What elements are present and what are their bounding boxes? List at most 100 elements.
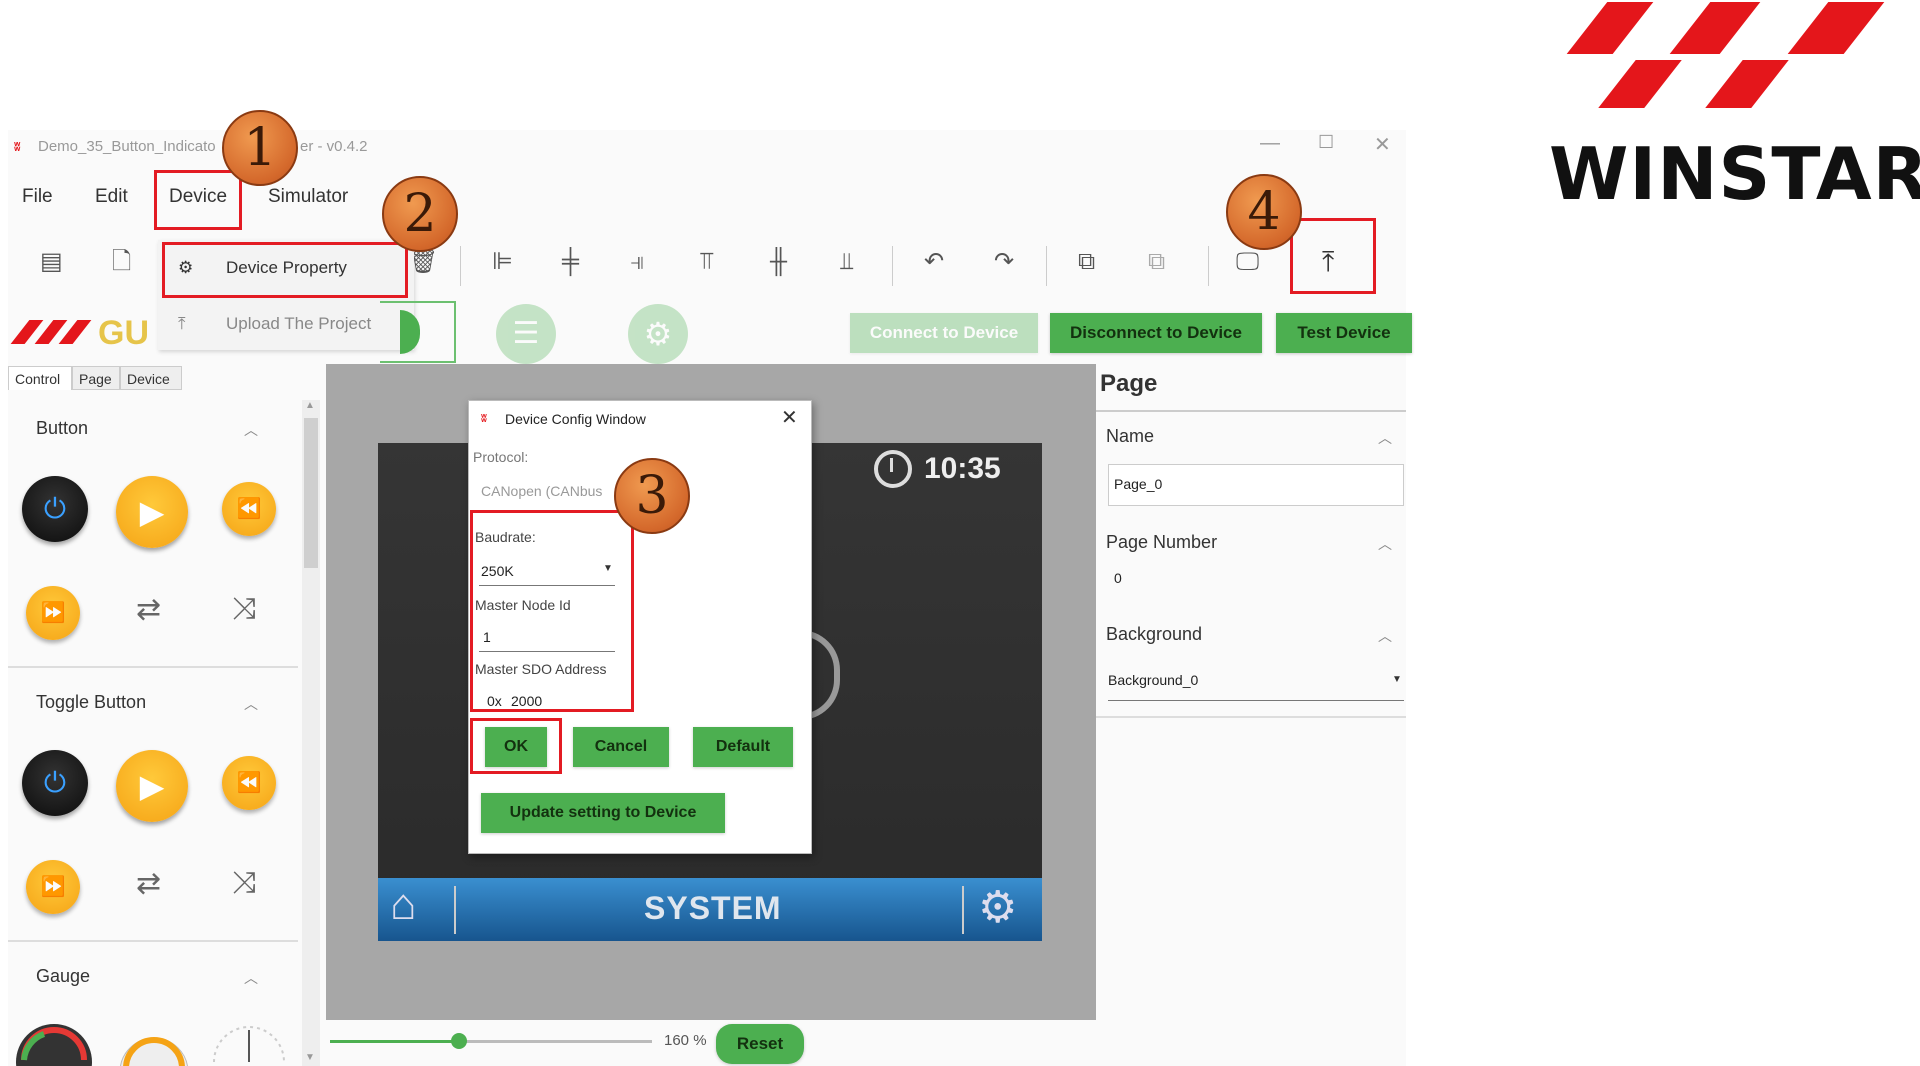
screen-clock-time: 10:35 [924,452,1001,485]
highlight-settings-fields [470,510,634,712]
name-input-value: Page_0 [1114,476,1163,492]
menu-item-upload-project[interactable]: Upload The Project [226,314,371,334]
tab-page[interactable]: Page [72,366,120,390]
background-select[interactable]: Background_0 [1108,672,1198,688]
rewind-toggle-widget[interactable]: ⏪ [222,756,276,810]
logo-bar [1566,2,1654,54]
zoom-percent: 160 % [664,1032,707,1049]
play-button-widget[interactable]: ▶ [116,476,188,548]
power-button-widget[interactable]: ⏻ [22,476,88,542]
bar-divider [962,886,964,934]
logo-bar [1787,2,1885,54]
section-divider [8,940,298,942]
panel-header: Page [1100,370,1158,397]
zoom-slider-thumb[interactable] [451,1033,467,1049]
chevron-up-icon[interactable]: ︿ [244,420,258,440]
home-icon[interactable]: ⌂ [390,880,417,930]
page-number-value: 0 [1114,570,1122,586]
send-back-icon[interactable]: ⧉ [1148,248,1165,276]
protocol-select[interactable]: CANopen (CANbus [481,483,602,499]
shuffle-icon[interactable]: ⤨ [232,592,256,626]
logo-bar [1705,60,1789,108]
chevron-up-icon[interactable]: ︿ [244,694,258,714]
section-divider [8,666,298,668]
highlight-upload [1290,218,1376,294]
undo-icon[interactable]: ↶ [924,248,944,276]
connect-device-button[interactable]: Connect to Device [850,313,1038,353]
screen-gear-icon[interactable]: ⚙ [978,882,1017,933]
chevron-up-icon[interactable]: ︿ [244,968,258,988]
simulator-screen-icon[interactable]: 🖵 [1236,248,1259,276]
repeat-icon[interactable]: ⇄ [136,592,161,627]
clock-hand [890,458,893,472]
scroll-up-icon[interactable]: ▲ [305,400,315,411]
dialog-title: Device Config Window [505,411,646,427]
disconnect-device-button[interactable]: Disconnect to Device [1050,313,1262,353]
close-icon[interactable]: ✕ [1374,132,1391,157]
zoom-reset-button[interactable]: Reset [716,1024,804,1064]
toolbar-separator [1046,246,1047,286]
page-number-label: Page Number [1106,532,1218,552]
callout-badge-1: 1 [222,110,298,186]
align-center-icon[interactable]: ╪ [562,248,579,276]
menu-simulator[interactable]: Simulator [268,186,348,208]
background-label: Background [1106,624,1203,644]
align-right-icon[interactable]: ⫣ [630,248,644,276]
zoom-slider-fill [330,1040,459,1043]
dialog-close-icon[interactable]: ✕ [781,405,798,430]
callout-badge-3: 3 [614,458,690,534]
power-toggle-widget[interactable]: ⏻ [22,750,88,816]
shuffle-toggle-icon[interactable]: ⤨ [232,866,256,900]
scroll-down-icon[interactable]: ▼ [305,1052,315,1063]
update-setting-button[interactable]: Update setting to Device [481,793,725,833]
maximize-icon[interactable]: ☐ [1318,132,1334,153]
callout-badge-4: 4 [1226,174,1302,250]
chevron-down-icon[interactable]: ▼ [1392,674,1402,685]
system-label: SYSTEM [644,890,782,926]
chevron-up-icon[interactable]: ︿ [1378,428,1392,448]
align-middle-icon[interactable]: ╫ [770,248,787,276]
panel-divider [1096,716,1406,718]
align-bottom-icon[interactable]: ⫫ [840,248,854,276]
gu-logo-mark [10,318,92,348]
fast-forward-button-widget[interactable]: ⏩ [26,586,80,640]
layout-icon[interactable]: ▤ [40,248,63,276]
window-title-tail: er - v0.4.2 [300,138,368,155]
highlight-device-menu [154,170,242,230]
callout-badge-2: 2 [382,176,458,252]
toolbar-separator [460,246,461,286]
gauge-widgets[interactable] [14,1012,304,1066]
menu-file[interactable]: File [22,186,53,208]
chevron-up-icon[interactable]: ︿ [1378,626,1392,646]
fast-forward-toggle-widget[interactable]: ⏩ [26,860,80,914]
highlight-device-property [162,242,408,298]
minimize-icon[interactable]: — [1260,132,1280,155]
new-file-icon[interactable]: 🗋 [112,248,131,276]
bring-front-icon[interactable]: ⧉ [1078,248,1095,276]
rewind-button-widget[interactable]: ⏪ [222,482,276,536]
redo-icon[interactable]: ↷ [994,248,1014,276]
winstar-logo-text: WINSTAR [1549,132,1920,216]
cancel-button[interactable]: Cancel [573,727,669,767]
scrollbar-thumb[interactable] [304,418,318,568]
section-title-gauge: Gauge [36,966,91,986]
tab-device[interactable]: Device [120,366,182,390]
window-title: Demo_35_Button_Indicato [38,138,216,155]
repeat-toggle-icon[interactable]: ⇄ [136,866,161,901]
tab-control[interactable]: Control [8,366,72,390]
test-device-button[interactable]: Test Device [1276,313,1412,353]
gu-logo-text: GU [98,314,149,352]
clock-icon [874,450,912,488]
align-top-icon[interactable]: ⫪ [700,248,714,276]
play-toggle-widget[interactable]: ▶ [116,750,188,822]
background-underline [1108,700,1404,701]
default-button[interactable]: Default [693,727,793,767]
chevron-up-icon[interactable]: ︿ [1378,534,1392,554]
menu-edit[interactable]: Edit [95,186,128,208]
protocol-label: Protocol: [473,449,529,465]
logo-bar [1598,60,1682,108]
list-icon[interactable]: ☰ [496,304,556,364]
settings-gear-icon[interactable]: ⚙ [628,304,688,364]
align-left-icon[interactable]: ⊫ [492,248,513,276]
section-title-button: Button [36,418,89,438]
